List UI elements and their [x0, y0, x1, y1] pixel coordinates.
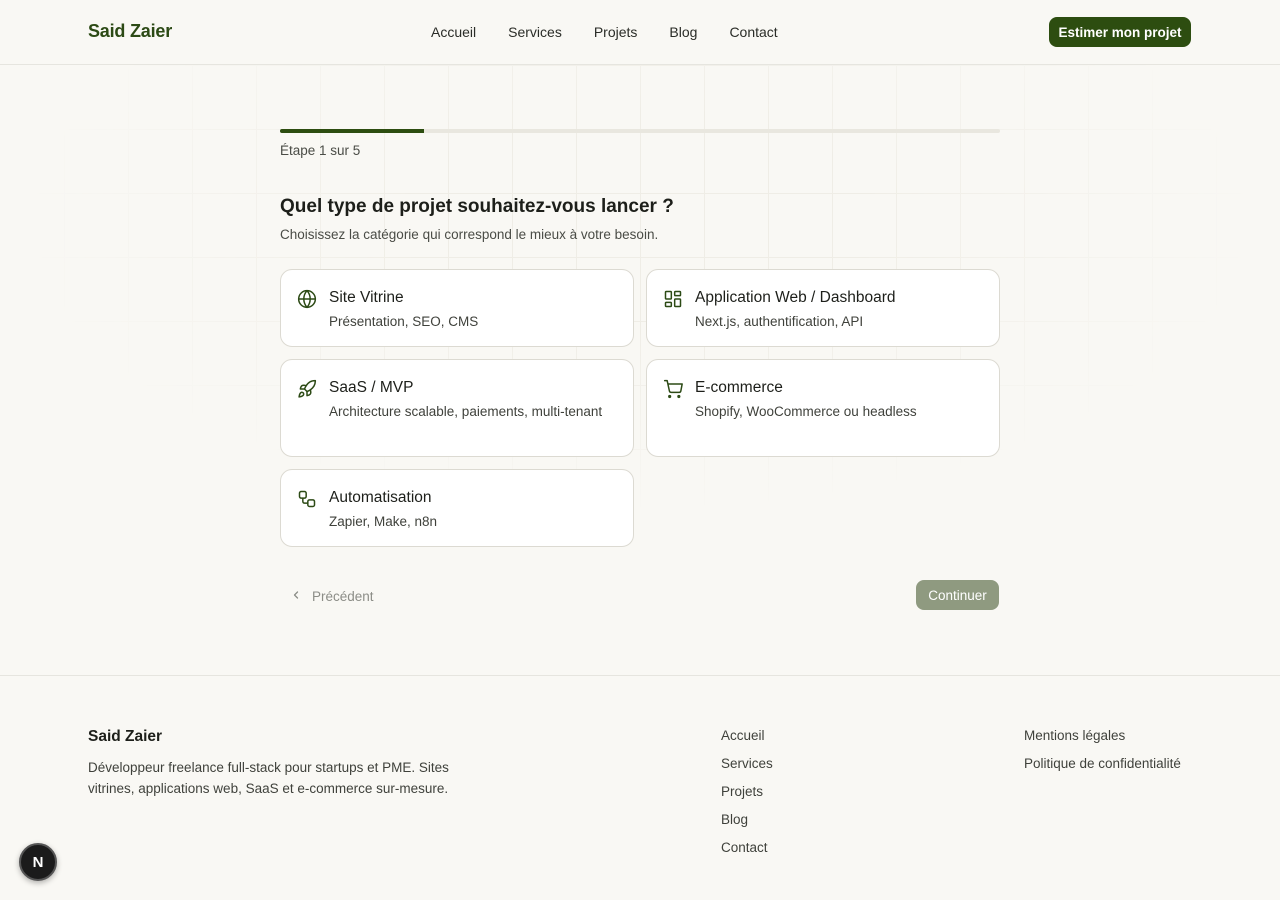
step-label: Étape 1 sur 5	[280, 143, 361, 158]
option-description: Shopify, WooCommerce ou headless	[695, 404, 917, 419]
option-title: E-commerce	[695, 379, 783, 396]
option-saas-mvp[interactable]: SaaS / MVP Architecture scalable, paieme…	[280, 359, 634, 457]
grid-background	[0, 65, 1280, 585]
site-header: Said Zaier Accueil Services Projets Blog…	[0, 0, 1280, 65]
estimate-project-button[interactable]: Estimer mon projet	[1049, 17, 1191, 47]
footer-link-blog[interactable]: Blog	[721, 810, 773, 829]
nextjs-dev-badge[interactable]: N	[19, 843, 57, 881]
footer-brand: Said Zaier	[88, 728, 163, 745]
dashboard-icon	[663, 289, 683, 309]
continue-button[interactable]: Continuer	[916, 580, 999, 610]
site-logo[interactable]: Said Zaier	[88, 21, 172, 42]
chevron-left-icon	[290, 589, 302, 604]
option-title: Automatisation	[329, 489, 432, 506]
previous-button[interactable]: Précédent	[290, 586, 374, 606]
option-site-vitrine[interactable]: Site Vitrine Présentation, SEO, CMS	[280, 269, 634, 347]
option-e-commerce[interactable]: E-commerce Shopify, WooCommerce ou headl…	[646, 359, 1000, 457]
footer-link-mentions[interactable]: Mentions légales	[1024, 726, 1181, 745]
site-footer: Said Zaier Développeur freelance full-st…	[0, 675, 1280, 900]
previous-label: Précédent	[312, 588, 374, 604]
option-title: Application Web / Dashboard	[695, 289, 896, 306]
option-description: Zapier, Make, n8n	[329, 514, 438, 529]
footer-description: Développeur freelance full-stack pour st…	[88, 760, 449, 796]
option-description: Architecture scalable, paiements, multi-…	[329, 404, 603, 419]
footer-nav: Accueil Services Projets Blog Contact	[721, 726, 773, 857]
question-subtitle: Choisissez la catégorie qui correspond l…	[280, 227, 659, 242]
option-automatisation[interactable]: Automatisation Zapier, Make, n8n	[280, 469, 634, 547]
question-title: Quel type de projet souhaitez-vous lance…	[280, 196, 674, 217]
rocket-icon	[297, 379, 317, 399]
nav-accueil[interactable]: Accueil	[431, 24, 476, 40]
workflow-icon	[297, 489, 317, 509]
footer-link-privacy[interactable]: Politique de confidentialité	[1024, 754, 1181, 773]
nav-contact[interactable]: Contact	[729, 24, 777, 40]
nav-services[interactable]: Services	[508, 24, 562, 40]
footer-legal: Mentions légales Politique de confidenti…	[1024, 726, 1181, 773]
cart-icon	[663, 379, 683, 399]
option-description: Présentation, SEO, CMS	[329, 314, 479, 329]
progress-fill	[280, 129, 424, 133]
footer-link-projets[interactable]: Projets	[721, 782, 773, 801]
globe-icon	[297, 289, 317, 309]
nav-projets[interactable]: Projets	[594, 24, 638, 40]
footer-link-services[interactable]: Services	[721, 754, 773, 773]
nav-blog[interactable]: Blog	[669, 24, 697, 40]
option-application-web[interactable]: Application Web / Dashboard Next.js, aut…	[646, 269, 1000, 347]
option-title: SaaS / MVP	[329, 379, 414, 396]
option-description: Next.js, authentification, API	[695, 314, 864, 329]
progress-bar	[280, 129, 1000, 133]
option-title: Site Vitrine	[329, 289, 404, 306]
main-nav: Accueil Services Projets Blog Contact	[431, 24, 778, 40]
footer-link-contact[interactable]: Contact	[721, 838, 773, 857]
footer-link-accueil[interactable]: Accueil	[721, 726, 773, 745]
